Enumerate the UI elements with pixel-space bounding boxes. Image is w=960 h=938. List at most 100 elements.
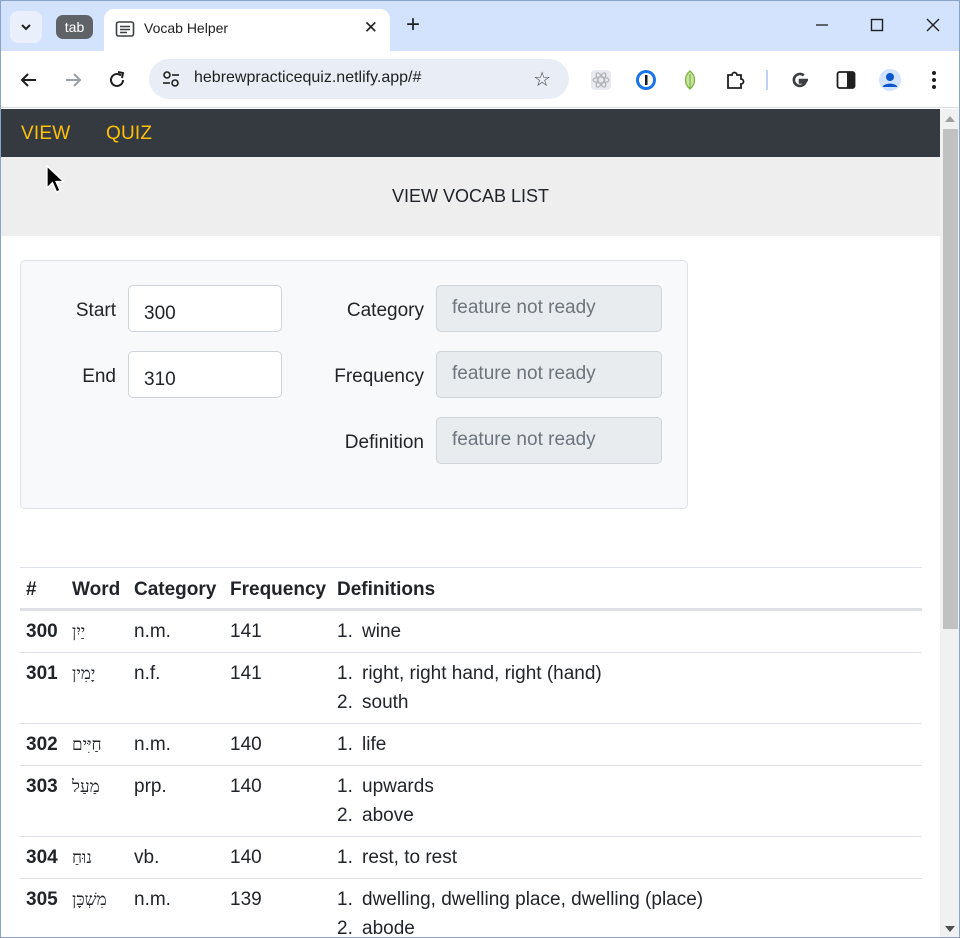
- row-hebrew-word: מַעַל: [72, 777, 100, 797]
- row-definitions-list: 1. upwards 2. above: [337, 776, 434, 834]
- definition-number: 2.: [337, 918, 353, 938]
- definition-item: 2. above: [337, 805, 434, 834]
- page-scrollbar[interactable]: [940, 109, 959, 937]
- profile-avatar-icon[interactable]: [878, 68, 902, 92]
- filter-form: Start End Category feature not ready Fre…: [20, 260, 688, 509]
- header-frequency: Frequency: [230, 579, 327, 600]
- address-bar[interactable]: hebrewpracticequiz.netlify.app/# ☆: [149, 59, 569, 99]
- row-number: 301: [26, 663, 58, 684]
- tab-group-chip[interactable]: tab: [56, 15, 93, 39]
- back-arrow-icon[interactable]: [17, 68, 41, 92]
- row-category: n.m.: [134, 621, 171, 642]
- tab-search-button[interactable]: [10, 11, 42, 43]
- minimize-icon[interactable]: [810, 13, 834, 37]
- page-heading-band: VIEW VOCAB LIST: [1, 157, 940, 236]
- definition-text: wine: [362, 621, 402, 642]
- header-word: Word: [72, 579, 121, 600]
- row-number: 302: [26, 734, 58, 755]
- definition-text: dwelling, dwelling place, dwelling (plac…: [362, 889, 704, 910]
- side-panel-icon[interactable]: [834, 68, 858, 92]
- google-icon[interactable]: [788, 68, 812, 92]
- row-frequency: 140: [230, 776, 262, 797]
- nav-link-quiz[interactable]: QUIZ: [106, 123, 152, 145]
- definition-item: 1. rest, to rest: [337, 847, 457, 876]
- table-row: 305 מִשְׁכָּן n.m. 139 1. dwelling, dwelling …: [20, 878, 922, 938]
- extensions-puzzle-icon[interactable]: [723, 68, 747, 92]
- row-category: n.f.: [134, 663, 161, 684]
- definition-number: 1.: [337, 663, 353, 684]
- page-icon: [115, 20, 135, 43]
- definition-number: 1.: [337, 889, 353, 910]
- category-label: Category: [346, 300, 424, 321]
- row-frequency: 141: [230, 621, 262, 642]
- tab-close-icon[interactable]: ✕: [364, 18, 378, 38]
- table-row: 300 יַיִן n.m. 141 1. wine: [20, 610, 922, 652]
- row-frequency: 139: [230, 889, 262, 910]
- definition-number: 1.: [337, 621, 353, 642]
- leaf-extension-icon[interactable]: [678, 68, 702, 92]
- definition-number: 1.: [337, 847, 353, 868]
- frequency-label: Frequency: [334, 366, 424, 387]
- definition-label: Definition: [344, 432, 424, 453]
- app-navbar: VIEW QUIZ: [1, 109, 940, 157]
- close-window-icon[interactable]: [921, 13, 945, 37]
- definition-text: above: [362, 805, 414, 826]
- browser-toolbar: hebrewpracticequiz.netlify.app/# ☆: [1, 51, 959, 108]
- start-input[interactable]: [128, 285, 282, 332]
- row-frequency: 140: [230, 847, 262, 868]
- definition-text: south: [362, 692, 409, 713]
- category-input-disabled: feature not ready: [436, 285, 662, 332]
- row-hebrew-word: נוּחַ: [72, 848, 92, 868]
- row-category: vb.: [134, 847, 160, 868]
- forward-arrow-icon[interactable]: [61, 68, 85, 92]
- row-hebrew-word: מִשְׁכָּן: [72, 890, 107, 910]
- vocab-table: # Word Category Frequency Definitions 30…: [20, 567, 922, 938]
- definition-number: 1.: [337, 776, 353, 797]
- row-definitions-list: 1. life: [337, 734, 386, 763]
- chevron-down-icon: [21, 24, 31, 31]
- react-devtools-icon[interactable]: [589, 68, 613, 92]
- table-row: 301 יָמִין n.f. 141 1. right, right hand, rig…: [20, 652, 922, 723]
- definition-item: 1. life: [337, 734, 386, 763]
- definition-number: 1.: [337, 734, 353, 755]
- mouse-cursor-icon: [46, 165, 66, 193]
- definition-item: 2. south: [337, 692, 602, 721]
- password-manager-icon[interactable]: [634, 68, 658, 92]
- new-tab-icon[interactable]: +: [401, 13, 425, 37]
- scroll-down-arrow-icon[interactable]: [945, 926, 955, 932]
- definition-text: upwards: [362, 776, 434, 797]
- definition-item: 1. dwelling, dwelling place, dwelling (pl…: [337, 889, 703, 918]
- table-header-row: # Word Category Frequency Definitions: [20, 567, 922, 610]
- row-definitions-list: 1. right, right hand, right (hand) 2. south: [337, 663, 602, 721]
- row-category: n.m.: [134, 889, 171, 910]
- page-viewport: VIEW QUIZ VIEW VOCAB LIST Start End Cate…: [1, 109, 940, 938]
- scroll-up-arrow-icon[interactable]: [945, 116, 955, 122]
- definition-input-disabled: feature not ready: [436, 417, 662, 464]
- scrollbar-thumb[interactable]: [943, 129, 958, 629]
- more-menu-icon[interactable]: [922, 68, 946, 92]
- frequency-input-disabled: feature not ready: [436, 351, 662, 398]
- definition-number: 2.: [337, 692, 353, 713]
- definition-item: 1. right, right hand, right (hand): [337, 663, 602, 692]
- browser-tab-strip: tab Vocab Helper ✕ +: [1, 1, 959, 51]
- definition-text: right, right hand, right (hand): [362, 663, 602, 684]
- reload-icon[interactable]: [105, 68, 129, 92]
- table-body: 300 יַיִן n.m. 141 1. wine 301 יָמִין n.f. 141 1. r…: [20, 610, 922, 938]
- row-definitions-list: 1. rest, to rest: [337, 847, 457, 876]
- definition-item: 1. wine: [337, 621, 401, 650]
- site-settings-icon[interactable]: [161, 69, 181, 94]
- header-number: #: [26, 579, 37, 600]
- end-input[interactable]: [128, 351, 282, 398]
- toolbar-separator: [766, 70, 768, 90]
- maximize-icon[interactable]: [865, 13, 889, 37]
- row-hebrew-word: חַיִּים: [72, 735, 102, 755]
- row-definitions-list: 1. dwelling, dwelling place, dwelling (pl…: [337, 889, 703, 938]
- table-row: 304 נוּחַ vb. 140 1. rest, to rest: [20, 836, 922, 878]
- tab-vocab-helper[interactable]: Vocab Helper ✕: [104, 9, 390, 51]
- row-category: prp.: [134, 776, 167, 797]
- bookmark-star-icon[interactable]: ☆: [533, 67, 551, 92]
- nav-link-view[interactable]: VIEW: [21, 123, 70, 145]
- header-category: Category: [134, 579, 217, 600]
- browser-window: tab Vocab Helper ✕ + hebrewpracticequiz.…: [0, 0, 960, 938]
- header-definitions: Definitions: [337, 579, 436, 600]
